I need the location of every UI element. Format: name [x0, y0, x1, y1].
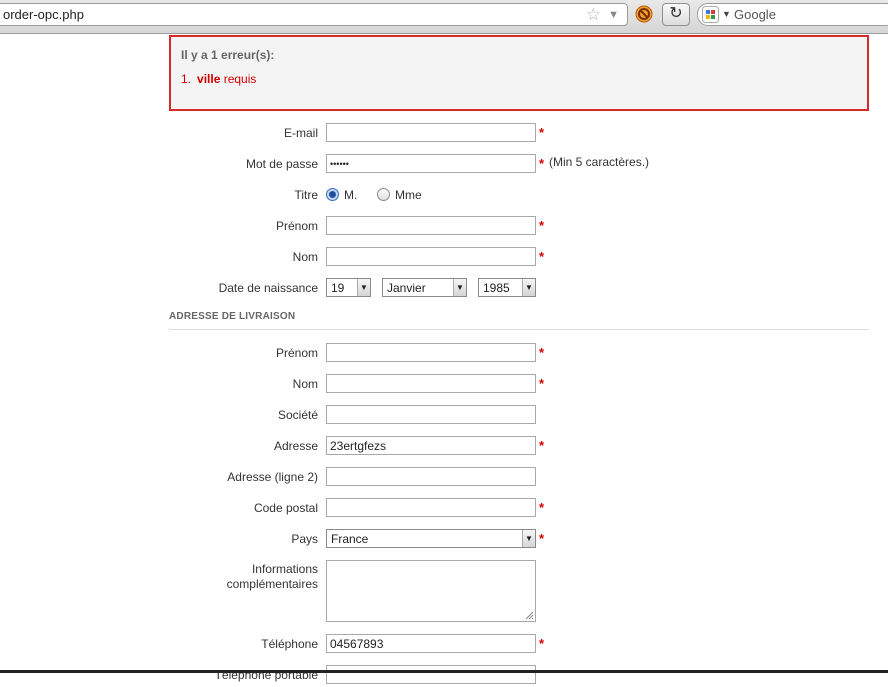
password-hint: (Min 5 caractères.) [549, 155, 650, 169]
block-icon[interactable] [635, 5, 653, 23]
address2-field[interactable] [326, 467, 536, 486]
email-row: E-mail * [0, 123, 888, 145]
browser-toolbar: order-opc.php ☆ ▼ ↻ ▼ Google [0, 0, 888, 34]
chevron-down-icon: ▼ [357, 279, 370, 296]
required-mark: * [539, 156, 545, 171]
divider [169, 329, 869, 330]
other-info-label-line2: complémentaires [226, 577, 318, 591]
required-mark: * [539, 345, 545, 360]
title-option-m[interactable]: M. [344, 188, 357, 202]
other-info-label: Informations complémentaires [227, 562, 318, 592]
search-input[interactable]: Google [734, 7, 776, 22]
delivery-lastname-label: Nom [292, 377, 318, 391]
required-mark: * [539, 249, 545, 264]
reload-button[interactable]: ↻ [662, 3, 690, 26]
error-box: Il y a 1 erreur(s): 1. ville requis [169, 35, 869, 111]
postcode-label: Code postal [253, 501, 318, 515]
password-field[interactable]: •••••• [326, 154, 536, 173]
error-number: 1. [181, 72, 192, 86]
address-row: Adresse 23ertgfezs * [0, 436, 888, 458]
title-radio-m[interactable] [326, 188, 339, 201]
address2-row: Adresse (ligne 2) [0, 467, 888, 489]
mobile-row: Téléphone portable [0, 665, 888, 687]
country-label: Pays [291, 532, 318, 546]
address-bar[interactable]: order-opc.php ☆ ▼ [0, 3, 628, 26]
required-mark: * [539, 218, 545, 233]
chevron-down-icon[interactable]: ▼ [608, 9, 619, 21]
password-label: Mot de passe [245, 157, 318, 171]
email-label: E-mail [283, 126, 318, 140]
firstname-label: Prénom [275, 219, 318, 233]
mobile-field[interactable] [326, 665, 536, 684]
phone-row: Téléphone 04567893 * [0, 634, 888, 656]
delivery-firstname-label: Prénom [275, 346, 318, 360]
birth-day-select[interactable]: 19 ▼ [326, 278, 371, 297]
title-label: Titre [294, 188, 318, 202]
other-info-label-line1: Informations [251, 562, 318, 576]
bookmark-star-icon[interactable]: ☆ [586, 5, 601, 25]
error-title: Il y a 1 erreur(s): [181, 48, 275, 62]
required-mark: * [539, 636, 545, 651]
address2-label: Adresse (ligne 2) [227, 470, 318, 484]
required-mark: * [539, 125, 545, 140]
delivery-lastname-row: Nom * [0, 374, 888, 396]
resize-handle-icon[interactable] [525, 611, 534, 620]
phone-field[interactable]: 04567893 [326, 634, 536, 653]
country-row: Pays France ▼ * [0, 529, 888, 551]
birthdate-row: Date de naissance 19 ▼ Janvier ▼ 1985 ▼ [0, 278, 888, 300]
title-option-mme[interactable]: Mme [395, 188, 422, 202]
required-mark: * [539, 376, 545, 391]
error-field: ville [197, 72, 221, 86]
address-field[interactable]: 23ertgfezs [326, 436, 536, 455]
error-message: requis [220, 72, 257, 86]
company-label: Société [277, 408, 318, 422]
birth-month-select[interactable]: Janvier ▼ [382, 278, 467, 297]
birth-year-select[interactable]: 1985 ▼ [478, 278, 536, 297]
birth-month-value: Janvier [387, 281, 426, 295]
postcode-row: Code postal * [0, 498, 888, 520]
google-icon[interactable] [702, 6, 719, 23]
section-title: ADRESSE DE LIVRAISON [169, 311, 296, 322]
company-field[interactable] [326, 405, 536, 424]
birthdate-label: Date de naissance [218, 281, 318, 295]
birth-day-value: 19 [331, 281, 345, 295]
search-bar[interactable]: ▼ Google [697, 3, 888, 26]
country-select[interactable]: France ▼ [326, 529, 536, 548]
delivery-firstname-field[interactable] [326, 343, 536, 362]
firstname-row: Prénom * [0, 216, 888, 238]
delivery-lastname-field[interactable] [326, 374, 536, 393]
url-text[interactable]: order-opc.php [3, 7, 84, 22]
lastname-label: Nom [292, 250, 318, 264]
password-row: Mot de passe •••••• * (Min 5 caractères.… [0, 154, 888, 176]
lastname-row: Nom * [0, 247, 888, 269]
delivery-firstname-row: Prénom * [0, 343, 888, 365]
title-radio-mme[interactable] [377, 188, 390, 201]
address-label: Adresse [273, 439, 318, 453]
chevron-down-icon: ▼ [453, 279, 466, 296]
reload-icon: ↻ [669, 5, 683, 22]
country-value: France [331, 532, 369, 546]
email-field[interactable] [326, 123, 536, 142]
birth-year-value: 1985 [483, 281, 510, 295]
required-mark: * [539, 500, 545, 515]
error-item: 1. ville requis [181, 72, 256, 86]
phone-label: Téléphone [261, 637, 318, 651]
search-engine-dropdown-icon[interactable]: ▼ [722, 9, 731, 19]
company-row: Société [0, 405, 888, 427]
title-row: Titre M. Mme [0, 185, 888, 207]
chevron-down-icon: ▼ [522, 279, 535, 296]
lastname-field[interactable] [326, 247, 536, 266]
required-mark: * [539, 438, 545, 453]
other-info-textarea[interactable] [326, 560, 536, 622]
postcode-field[interactable] [326, 498, 536, 517]
chevron-down-icon: ▼ [522, 530, 535, 547]
firstname-field[interactable] [326, 216, 536, 235]
required-mark: * [539, 531, 545, 546]
